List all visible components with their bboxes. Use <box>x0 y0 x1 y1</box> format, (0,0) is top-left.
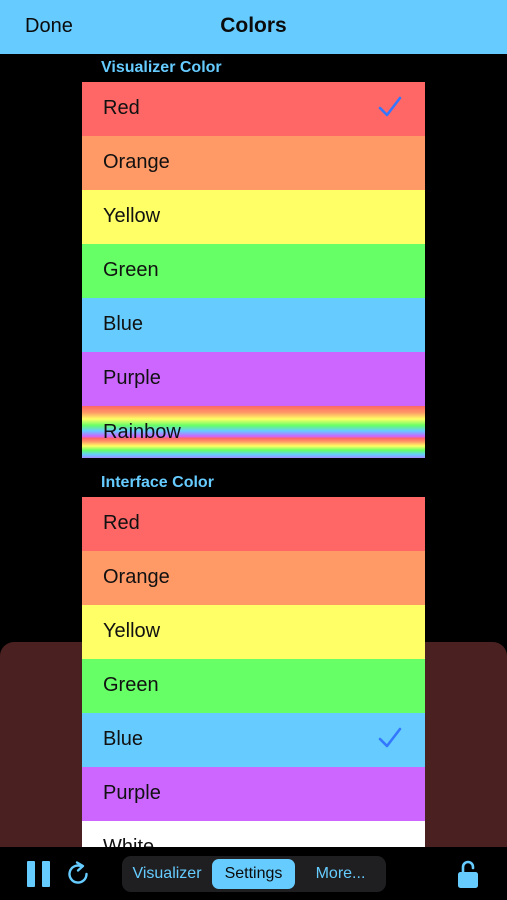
interface-color-green[interactable]: Green <box>82 659 425 713</box>
visualizer-color-orange[interactable]: Orange <box>82 136 425 190</box>
interface-color-blue[interactable]: Blue <box>82 713 425 767</box>
interface-color-list: Red Orange Yellow Green Blue Purple Whit… <box>82 497 425 847</box>
row-label: Orange <box>103 151 170 173</box>
row-label: Yellow <box>103 620 161 642</box>
row-label: Purple <box>103 367 161 389</box>
visualizer-color-header: Visualizer Color <box>101 59 222 76</box>
refresh-icon[interactable] <box>64 860 92 888</box>
view-segmented-control: Visualizer Settings More... <box>122 856 386 892</box>
row-label: Purple <box>103 782 161 804</box>
row-label: Red <box>103 512 140 534</box>
interface-color-purple[interactable]: Purple <box>82 767 425 821</box>
visualizer-color-purple[interactable]: Purple <box>82 352 425 406</box>
checkmark-icon <box>378 96 402 117</box>
visualizer-color-green[interactable]: Green <box>82 244 425 298</box>
row-label: Green <box>103 259 159 281</box>
interface-color-red[interactable]: Red <box>82 497 425 551</box>
interface-color-orange[interactable]: Orange <box>82 551 425 605</box>
row-label: Yellow <box>103 205 161 227</box>
interface-color-header: Interface Color <box>101 474 214 491</box>
row-label: Red <box>103 97 140 119</box>
bottom-toolbar: Visualizer Settings More... <box>0 847 507 900</box>
lock-open-icon[interactable] <box>456 859 480 889</box>
segment-more[interactable]: More... <box>298 859 383 889</box>
interface-color-yellow[interactable]: Yellow <box>82 605 425 659</box>
checkmark-icon <box>378 727 402 748</box>
row-label: Green <box>103 674 159 696</box>
visualizer-color-blue[interactable]: Blue <box>82 298 425 352</box>
row-label: Rainbow <box>103 421 181 443</box>
pause-icon[interactable] <box>27 861 51 887</box>
row-label: Blue <box>103 313 144 335</box>
row-label: Blue <box>103 728 144 750</box>
visualizer-color-rainbow[interactable]: Rainbow <box>82 406 425 458</box>
row-label: White <box>103 836 155 847</box>
segment-settings[interactable]: Settings <box>212 859 295 889</box>
visualizer-color-red[interactable]: Red <box>82 82 425 136</box>
visualizer-color-list: Red Orange Yellow Green Blue Purple Rain… <box>82 82 425 458</box>
interface-color-white[interactable]: White <box>82 821 425 847</box>
visualizer-color-yellow[interactable]: Yellow <box>82 190 425 244</box>
nav-bar: Done Colors <box>0 0 507 54</box>
row-label: Orange <box>103 566 170 588</box>
page-title: Colors <box>220 14 287 37</box>
segment-visualizer[interactable]: Visualizer <box>125 859 209 889</box>
